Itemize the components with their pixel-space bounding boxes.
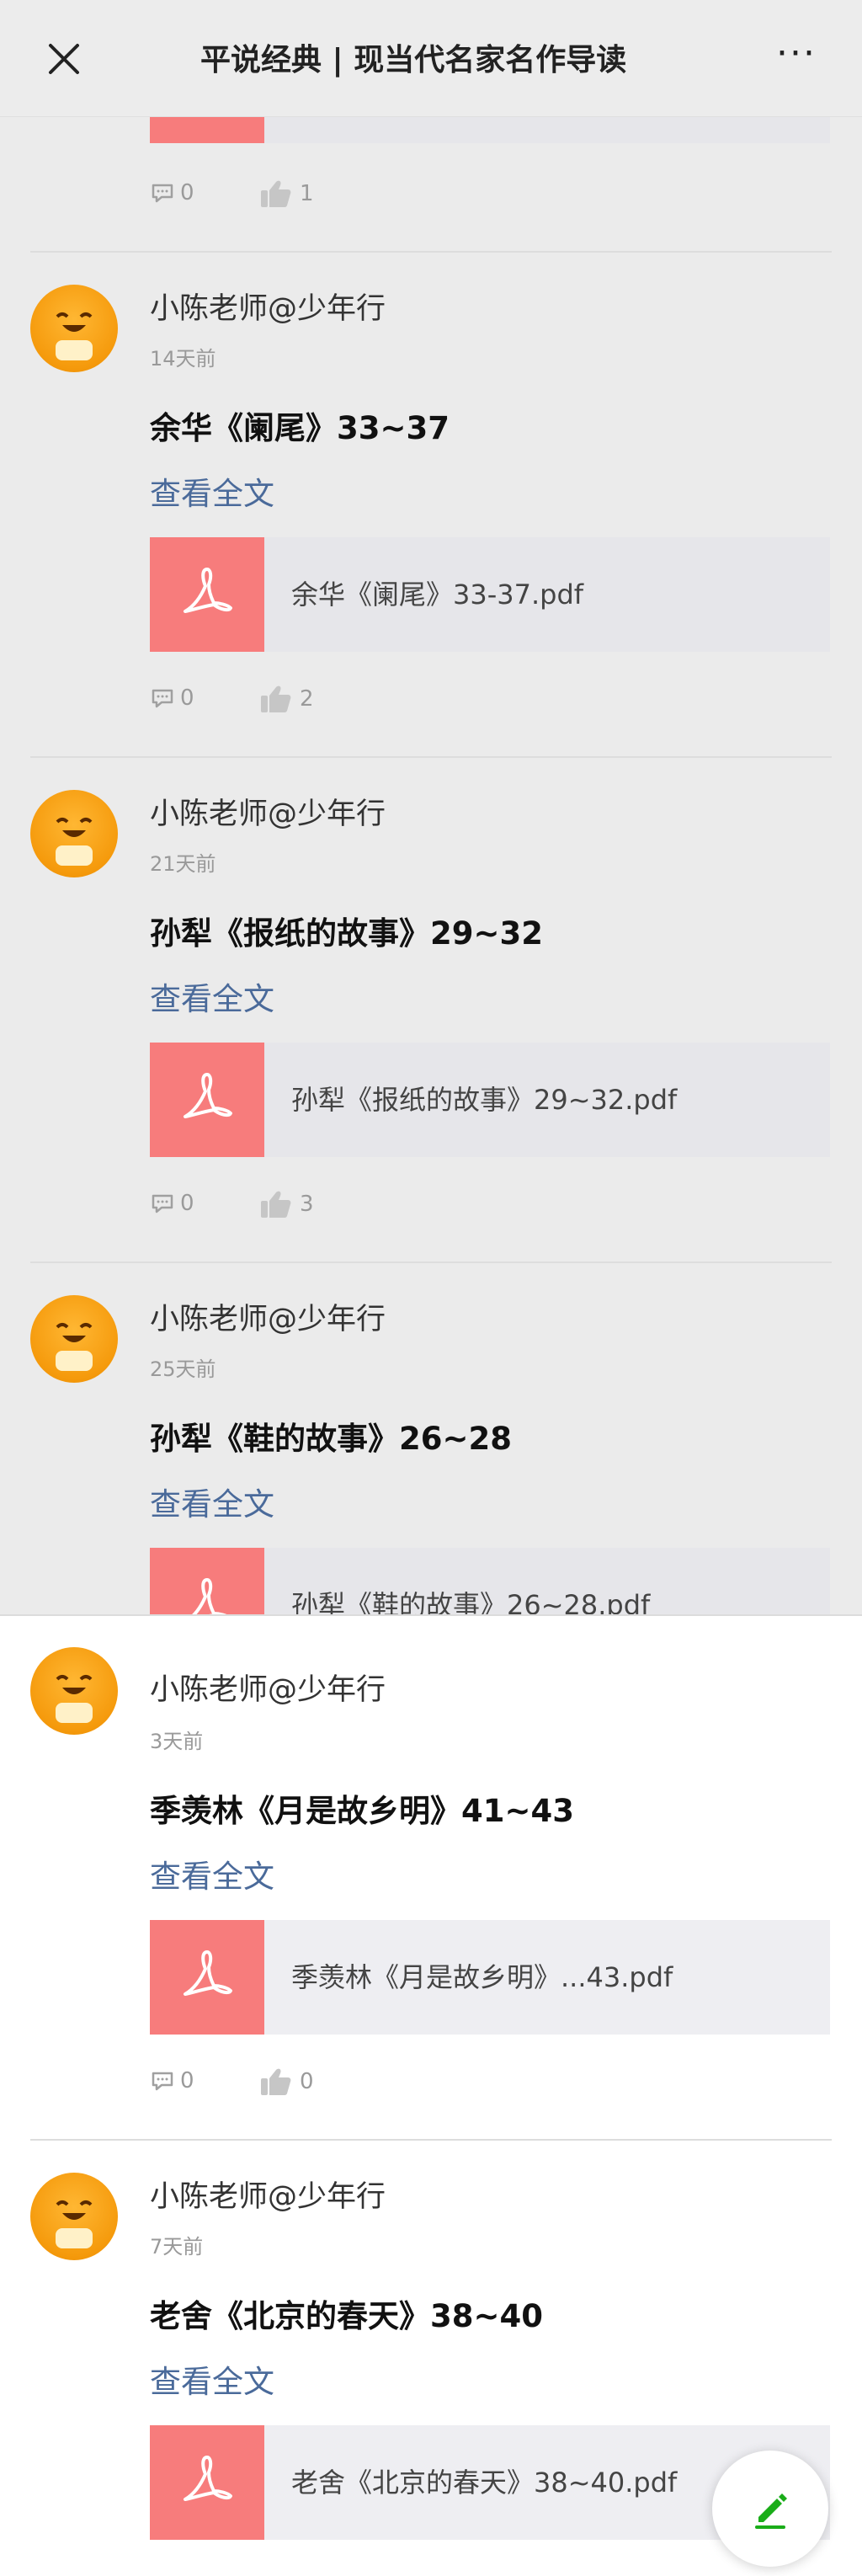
like-count: 2	[300, 686, 314, 712]
comment-button[interactable]: 0	[150, 1191, 194, 1216]
post-time: 14天前	[150, 347, 216, 371]
read-more-link[interactable]: 查看全文	[150, 1851, 274, 1896]
like-button[interactable]: 3	[258, 1189, 314, 1219]
page-title: 平说经典 | 现当代名家名作导读	[200, 43, 627, 77]
post-title: 孙犁《报纸的故事》29~32	[150, 915, 543, 952]
read-more-link[interactable]: 查看全文	[150, 468, 274, 514]
comment-button[interactable]: 0	[150, 180, 194, 205]
close-icon[interactable]	[39, 34, 89, 84]
post-title: 孙犁《鞋的故事》26~28	[150, 1421, 512, 1457]
avatar[interactable]	[30, 1295, 118, 1383]
thumbs-up-icon	[261, 2068, 291, 2095]
post-card: 小陈老师@少年行 21天前 孙犁《报纸的故事》29~32 查看全文 孙犁《报纸的…	[0, 758, 862, 1263]
attachment[interactable]: 余华《阑尾》33-37.pdf	[150, 537, 830, 652]
attachment-name: 季羡林《月是故乡明》...43.pdf	[291, 1961, 673, 1993]
post-card: 小陈老师@少年行 14天前 余华《阑尾》33~37 查看全文 余华《阑尾》33-…	[0, 253, 862, 758]
avatar[interactable]	[30, 2173, 118, 2260]
like-count: 0	[300, 2069, 314, 2094]
comment-button[interactable]: 0	[150, 685, 194, 711]
read-more-link[interactable]: 查看全文	[150, 1479, 274, 1524]
post-time: 21天前	[150, 852, 216, 876]
attachment[interactable]: 季羡林《月是故乡明》...43.pdf	[150, 1920, 830, 2035]
pdf-icon	[150, 2425, 264, 2540]
comment-count: 0	[180, 180, 194, 205]
comment-count: 0	[180, 685, 194, 711]
avatar[interactable]	[30, 790, 118, 877]
comment-icon	[152, 1194, 173, 1213]
more-icon[interactable]: ···	[763, 35, 830, 84]
smile-icon	[56, 2200, 93, 2220]
post-time: 25天前	[150, 1357, 216, 1381]
comment-icon	[152, 184, 173, 203]
avatar-badge	[56, 2228, 93, 2248]
read-more-link[interactable]: 查看全文	[150, 2356, 274, 2402]
post-title: 余华《阑尾》33~37	[150, 410, 450, 446]
top-bar: 平说经典 | 现当代名家名作导读 ···	[0, 0, 862, 117]
pdf-icon	[150, 1548, 264, 1615]
avatar-badge	[56, 340, 93, 360]
like-count: 1	[300, 181, 314, 206]
avatar[interactable]	[30, 1647, 118, 1735]
author-name[interactable]: 小陈老师@少年行	[150, 1295, 386, 1338]
post-card: 小陈老师@少年行 25天前 孙犁《鞋的故事》26~28 查看全文 孙犁《鞋的故事…	[0, 1263, 862, 1615]
attachment-name: 孙犁《鞋的故事》26~28.pdf	[291, 1589, 651, 1615]
smile-icon	[56, 1675, 93, 1694]
read-more-link[interactable]: 查看全文	[150, 973, 274, 1019]
attachment-name: 孙犁《报纸的故事》29~32.pdf	[291, 1084, 678, 1116]
like-count: 3	[300, 1192, 314, 1217]
post-time: 3天前	[150, 1730, 204, 1753]
like-button[interactable]: 1	[258, 179, 314, 209]
author-name[interactable]: 小陈老师@少年行	[150, 285, 386, 328]
pdf-icon	[150, 537, 264, 652]
post-time: 7天前	[150, 2235, 204, 2259]
comment-icon	[152, 2072, 173, 2091]
smile-icon	[56, 818, 93, 837]
thumbs-up-icon	[261, 1191, 291, 1218]
attachment[interactable]: 孙犁《报纸的故事》29~32.pdf	[150, 1043, 830, 1157]
comment-count: 0	[180, 1191, 194, 1216]
feed-newer: 小陈老师@少年行 3天前 季羡林《月是故乡明》41~43 查看全文 季羡林《月是…	[0, 1615, 862, 2576]
avatar-badge	[56, 845, 93, 866]
thumbs-up-icon	[261, 685, 291, 712]
post-title: 老舍《北京的春天》38~40	[150, 2298, 543, 2334]
pencil-icon	[755, 2493, 787, 2529]
avatar-badge	[56, 1703, 93, 1723]
attachment-name: 余华《阑尾》33-37.pdf	[291, 579, 584, 611]
thumbs-up-icon	[261, 180, 291, 207]
author-name[interactable]: 小陈老师@少年行	[150, 2173, 386, 2216]
comment-button[interactable]: 0	[150, 2068, 194, 2093]
attachment[interactable]: 孙犁《鞋的故事》26~28.pdf	[150, 1548, 830, 1615]
smile-icon	[56, 1323, 93, 1342]
post-card: 小陈老师@少年行 3天前 季羡林《月是故乡明》41~43 查看全文 季羡林《月是…	[0, 1615, 862, 2120]
feed-older: 0 1 小陈老师@少年行 14天前 余华《阑尾》33~37 查看全文 余华《阑尾…	[0, 0, 862, 1615]
comment-icon	[152, 689, 173, 708]
pdf-icon	[150, 1043, 264, 1157]
post-title: 季羡林《月是故乡明》41~43	[150, 1793, 574, 1829]
avatar[interactable]	[30, 285, 118, 372]
smile-icon	[56, 312, 93, 332]
compose-button[interactable]	[712, 2451, 828, 2567]
comment-count: 0	[180, 2068, 194, 2093]
screenshot-seam	[0, 1614, 862, 1616]
avatar-badge	[56, 1351, 93, 1371]
pdf-icon	[150, 1920, 264, 2035]
like-button[interactable]: 2	[258, 684, 314, 714]
author-name[interactable]: 小陈老师@少年行	[150, 790, 386, 833]
author-name[interactable]: 小陈老师@少年行	[150, 1666, 386, 1709]
like-button[interactable]: 0	[258, 2067, 314, 2097]
